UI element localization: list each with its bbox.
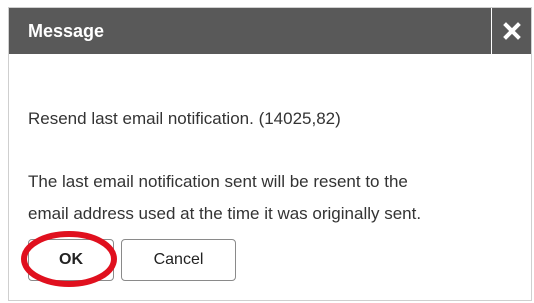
close-icon — [502, 22, 521, 40]
message-dialog: Message Resend last email notification. … — [8, 7, 532, 301]
close-button[interactable] — [491, 8, 531, 54]
message-line-resend: Resend last email notification. (14025,8… — [28, 109, 341, 128]
ok-button[interactable]: OK — [28, 239, 114, 281]
message-line-description-2: email address used at the time it was or… — [28, 204, 422, 223]
message-line-description-1: The last email notification sent will be… — [28, 172, 408, 191]
dialog-titlebar: Message — [9, 8, 531, 54]
dialog-title: Message — [28, 21, 105, 41]
cancel-button[interactable]: Cancel — [121, 239, 236, 281]
